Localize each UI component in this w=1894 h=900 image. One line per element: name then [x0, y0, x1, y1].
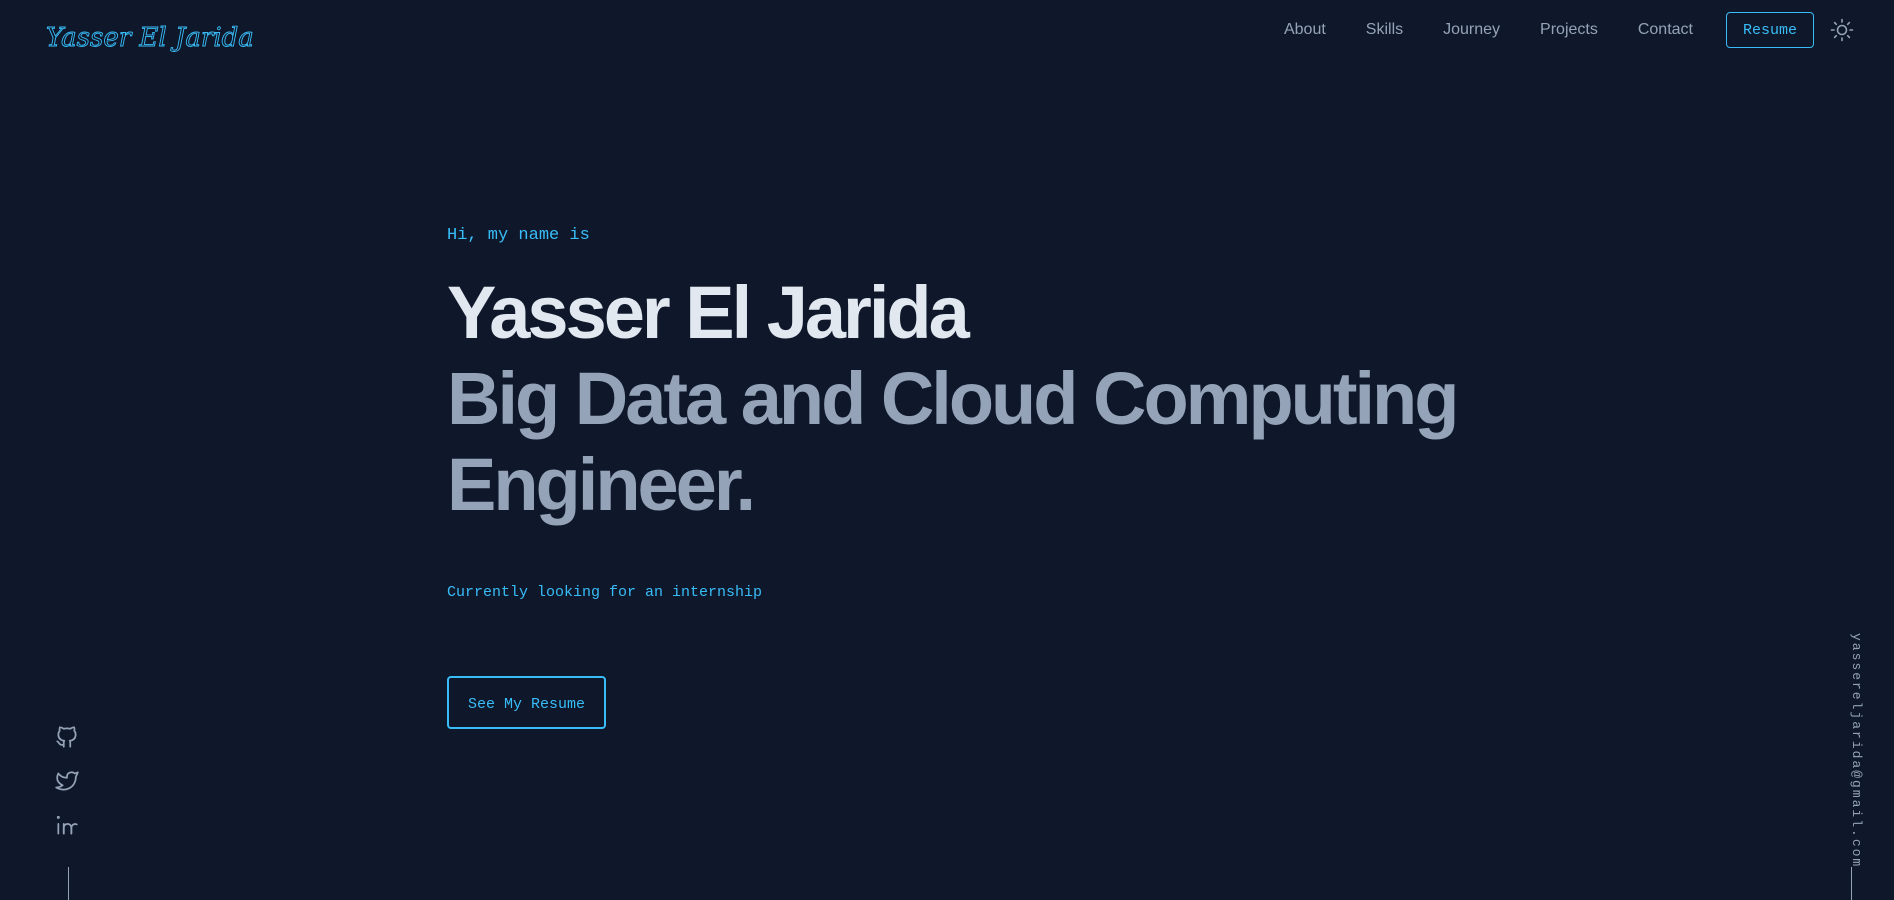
svg-text:Yasser El Jarida: Yasser El Jarida [46, 23, 254, 53]
email-link[interactable]: yassereljarida@gmail.com [1849, 633, 1864, 868]
logo-signature[interactable]: Yasser El Jarida [44, 14, 284, 60]
nav-link-journey[interactable]: Journey [1443, 21, 1500, 39]
resume-button[interactable]: Resume [1725, 12, 1814, 48]
nav-link-skills[interactable]: Skills [1366, 21, 1403, 39]
hero-status: Currently looking for an internship [447, 584, 763, 601]
site-header: Yasser El Jarida About Skills Journey Pr… [0, 0, 1894, 64]
main-nav: About Skills Journey Projects Contact Re… [1284, 0, 1814, 60]
github-icon[interactable] [54, 724, 80, 750]
social-links [54, 724, 84, 856]
nav-link-contact[interactable]: Contact [1638, 21, 1693, 39]
linkedin-icon[interactable] [54, 812, 80, 838]
twitter-icon[interactable] [54, 768, 80, 794]
hero-section: Hi, my name is Yasser El Jarida Big Data… [447, 226, 1497, 729]
nav-link-projects[interactable]: Projects [1540, 21, 1598, 39]
left-divider-line [68, 867, 69, 900]
sun-icon[interactable] [1830, 18, 1854, 42]
nav-link-about[interactable]: About [1284, 21, 1326, 39]
hero-greeting: Hi, my name is [447, 226, 590, 245]
hero-name: Yasser El Jarida [447, 271, 970, 354]
hero-title: Big Data and Cloud Computing Engineer. [447, 357, 1459, 526]
right-divider-line [1851, 867, 1852, 900]
see-resume-button[interactable]: See My Resume [447, 676, 606, 729]
